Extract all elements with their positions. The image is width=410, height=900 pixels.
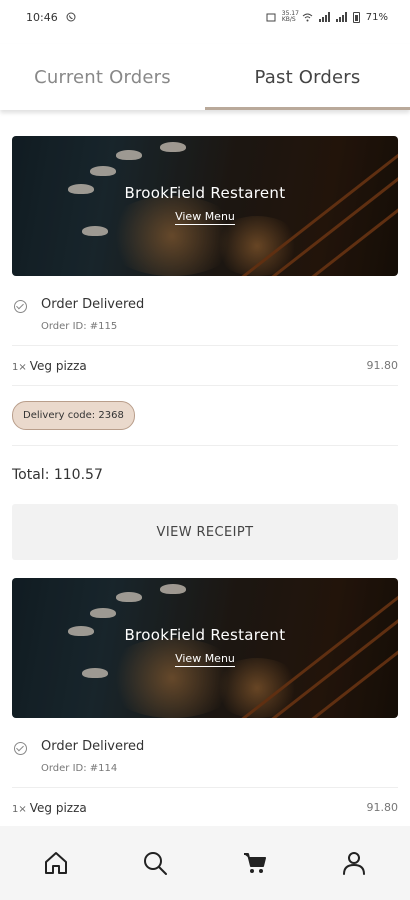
view-menu-link[interactable]: View Menu	[175, 652, 235, 667]
status-bar: 10:46 35.17 KB/S 71%	[0, 0, 410, 34]
delivery-code-row: Delivery code: 2368	[12, 386, 398, 446]
item-name: Veg pizza	[29, 358, 87, 373]
order-status-row: Order Delivered Order ID: #115	[12, 276, 398, 346]
item-quantity: 1×	[12, 361, 27, 373]
signal-2-icon	[335, 12, 347, 22]
tab-current-orders[interactable]: Current Orders	[0, 44, 205, 110]
bottom-nav	[0, 826, 410, 900]
order-status-row: Order Delivered Order ID: #114	[12, 718, 398, 788]
battery-percent: 71%	[365, 11, 388, 23]
view-receipt-button[interactable]: VIEW RECEIPT	[12, 504, 398, 560]
restaurant-banner[interactable]: BrookField Restarent View Menu	[12, 578, 398, 718]
item-name: Veg pizza	[29, 800, 87, 815]
whatsapp-icon	[66, 12, 76, 22]
orders-list[interactable]: BrookField Restarent View Menu Order Del…	[0, 110, 410, 826]
nav-search[interactable]	[129, 837, 181, 889]
check-circle-icon	[14, 300, 27, 313]
order-id: Order ID: #114	[41, 763, 118, 774]
net-speed: 35.17 KB/S	[281, 10, 299, 23]
nav-home[interactable]	[30, 837, 82, 889]
restaurant-banner[interactable]: BrookField Restarent View Menu	[12, 136, 398, 276]
order-status-info: Order Delivered Order ID: #114	[41, 739, 144, 774]
check-circle-icon	[14, 742, 27, 755]
order-item-row: 1× Veg pizza 91.80	[12, 346, 398, 386]
order-total: Total: 110.57	[12, 467, 103, 483]
item-price: 91.80	[366, 359, 399, 372]
view-menu-link-wrap: View Menu	[12, 210, 398, 225]
cart-icon	[243, 853, 266, 873]
battery-icon	[352, 11, 360, 23]
alarm-icon	[266, 13, 276, 22]
order-card: BrookField Restarent View Menu Order Del…	[0, 578, 410, 826]
home-icon	[44, 852, 67, 874]
order-status: Order Delivered	[41, 739, 145, 754]
nav-cart[interactable]	[229, 837, 281, 889]
restaurant-name: BrookField Restarent	[124, 626, 286, 644]
order-id: Order ID: #115	[41, 321, 118, 332]
tab-past-orders[interactable]: Past Orders	[205, 44, 410, 110]
item-quantity: 1×	[12, 803, 27, 815]
restaurant-name: BrookField Restarent	[124, 184, 286, 202]
view-menu-link[interactable]: View Menu	[175, 210, 235, 225]
order-status-info: Order Delivered Order ID: #115	[41, 297, 144, 332]
signal-icon	[318, 12, 330, 22]
wifi-icon	[302, 13, 313, 22]
view-menu-link-wrap: View Menu	[12, 652, 398, 667]
delivery-code-badge: Delivery code: 2368	[12, 401, 135, 430]
order-item: 1× Veg pizza	[12, 801, 87, 815]
order-tabs: Current Orders Past Orders	[0, 44, 410, 110]
status-time: 10:46	[26, 10, 58, 24]
status-right: 35.17 KB/S 71%	[266, 11, 388, 23]
status-left: 10:46	[26, 11, 76, 24]
item-price: 91.80	[366, 801, 399, 814]
order-status: Order Delivered	[41, 297, 145, 312]
order-item-row: 1× Veg pizza 91.80	[12, 788, 398, 826]
order-card: BrookField Restarent View Menu Order Del…	[0, 110, 410, 578]
nav-profile[interactable]	[328, 837, 380, 889]
profile-icon	[343, 852, 366, 875]
order-item: 1× Veg pizza	[12, 359, 87, 373]
search-icon	[144, 852, 168, 875]
